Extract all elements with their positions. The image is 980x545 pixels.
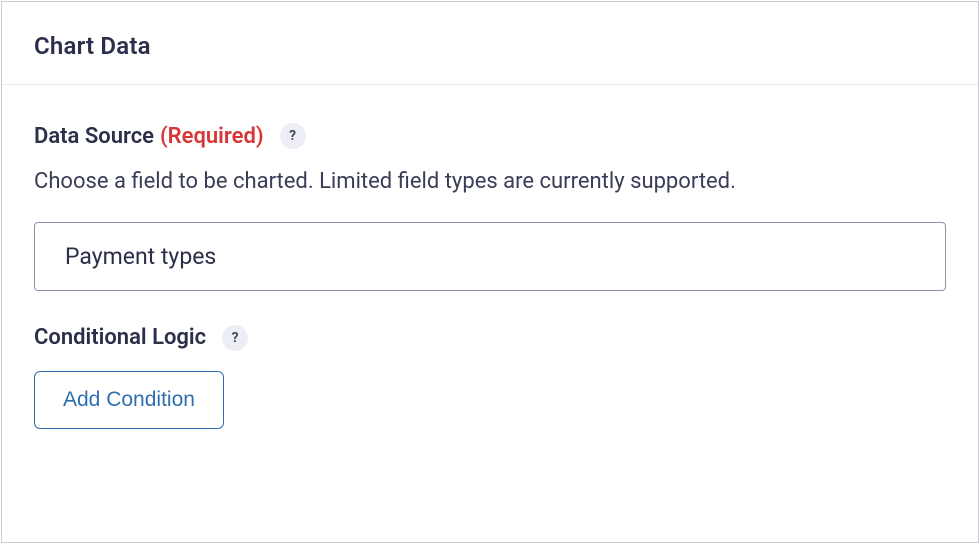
panel-title: Chart Data bbox=[34, 32, 946, 60]
data-source-label-row: Data Source (Required) ? bbox=[34, 123, 946, 149]
conditional-logic-label-row: Conditional Logic ? bbox=[34, 325, 946, 351]
add-condition-button-label: Add Condition bbox=[63, 388, 195, 412]
panel-header: Chart Data bbox=[2, 2, 978, 85]
conditional-logic-label: Conditional Logic bbox=[34, 325, 206, 350]
panel-body: Data Source (Required) ? Choose a field … bbox=[2, 85, 978, 457]
data-source-help-text: Choose a field to be charted. Limited fi… bbox=[34, 167, 946, 198]
add-condition-button[interactable]: Add Condition bbox=[34, 371, 224, 429]
required-tag: (Required) bbox=[160, 124, 264, 149]
data-source-select[interactable]: Payment types bbox=[34, 222, 946, 291]
data-source-selected-value: Payment types bbox=[65, 243, 216, 270]
help-icon[interactable]: ? bbox=[222, 325, 248, 351]
chart-data-panel: Chart Data Data Source (Required) ? Choo… bbox=[1, 1, 979, 543]
help-icon[interactable]: ? bbox=[280, 123, 306, 149]
data-source-label: Data Source bbox=[34, 124, 154, 149]
